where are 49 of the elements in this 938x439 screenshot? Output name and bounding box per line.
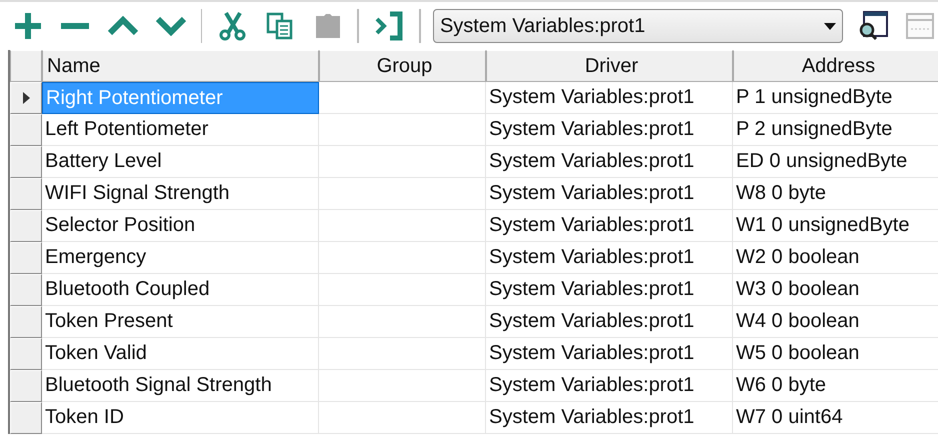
copy-icon: [266, 12, 294, 40]
clipboard-icon: [314, 12, 342, 40]
scissors-icon: [218, 11, 246, 41]
group-cell[interactable]: [319, 306, 486, 338]
group-cell[interactable]: [319, 242, 486, 274]
plus-icon: [12, 11, 43, 41]
chevron-down-icon: [154, 16, 187, 36]
driver-cell[interactable]: System Variables:prot1: [486, 402, 733, 434]
name-cell[interactable]: Emergency: [42, 242, 319, 274]
driver-cell[interactable]: System Variables:prot1: [486, 338, 733, 370]
column-header[interactable]: Driver: [486, 50, 733, 82]
corner-header: [10, 50, 42, 82]
name-cell[interactable]: Battery Level: [42, 146, 319, 178]
driver-cell[interactable]: System Variables:prot1: [486, 210, 733, 242]
driver-cell[interactable]: System Variables:prot1: [486, 146, 733, 178]
driver-cell[interactable]: System Variables:prot1: [486, 274, 733, 306]
driver-cell[interactable]: System Variables:prot1: [486, 114, 733, 146]
group-cell[interactable]: [319, 338, 486, 370]
row-header[interactable]: [10, 82, 42, 114]
column-header[interactable]: Group: [319, 50, 486, 82]
name-cell[interactable]: Selector Position: [42, 210, 319, 242]
group-cell[interactable]: [319, 178, 486, 210]
name-cell[interactable]: Bluetooth Coupled: [42, 274, 319, 306]
dropdown-arrow-icon: [824, 22, 836, 30]
driver-cell[interactable]: System Variables:prot1: [486, 242, 733, 274]
current-row-icon: [22, 92, 30, 104]
chevron-up-icon: [107, 16, 140, 36]
driver-cell[interactable]: System Variables:prot1: [486, 306, 733, 338]
group-cell[interactable]: [319, 402, 486, 434]
driver-cell[interactable]: System Variables:prot1: [486, 82, 733, 114]
group-cell[interactable]: [319, 274, 486, 306]
group-cell[interactable]: [319, 114, 486, 146]
group-cell[interactable]: [319, 210, 486, 242]
name-cell[interactable]: Token Valid: [42, 338, 319, 370]
column-header[interactable]: Address: [733, 50, 938, 82]
group-cell[interactable]: [319, 370, 486, 402]
group-cell[interactable]: [319, 82, 486, 114]
minus-icon: [60, 22, 90, 30]
window-icon: [905, 12, 936, 40]
group-cell[interactable]: [319, 146, 486, 178]
name-cell[interactable]: Bluetooth Signal Strength: [42, 370, 319, 402]
name-cell[interactable]: Token ID: [42, 402, 319, 434]
name-cell[interactable]: Left Potentiometer: [42, 114, 319, 146]
driver-dropdown[interactable]: System Variables:prot1: [432, 9, 843, 43]
name-cell[interactable]: WIFI Signal Strength: [42, 178, 319, 210]
driver-cell[interactable]: System Variables:prot1: [486, 178, 733, 210]
name-cell[interactable]: Token Present: [42, 306, 319, 338]
column-header[interactable]: Name: [42, 50, 319, 82]
driver-cell[interactable]: System Variables:prot1: [486, 370, 733, 402]
